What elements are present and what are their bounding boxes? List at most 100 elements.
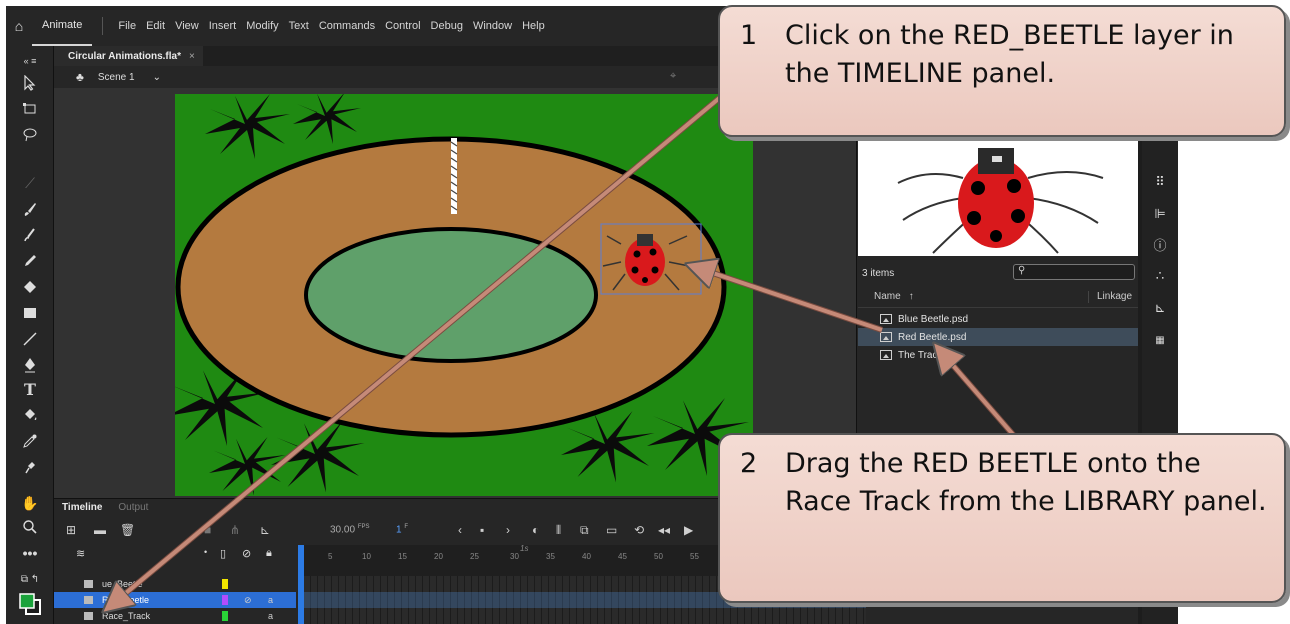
brush-tool-icon[interactable] [6, 196, 54, 222]
close-tab-icon[interactable]: × [189, 51, 195, 62]
bone-tool-icon[interactable]: ⟋ [6, 170, 54, 196]
insert-keyframe-icon[interactable]: ▪ [480, 523, 484, 537]
start-line [450, 138, 458, 214]
scene-name[interactable]: Scene 1 [98, 72, 135, 83]
library-search-input[interactable]: ⚲ [1013, 264, 1135, 280]
tick-label: 15 [398, 552, 407, 561]
motion-icon[interactable]: ∴ [1148, 264, 1172, 288]
onion-skin-icon[interactable]: ◐ [532, 523, 539, 537]
play-icon[interactable]: ▶ [684, 523, 693, 537]
paint-brush-icon[interactable] [6, 222, 54, 248]
menu-edit[interactable]: Edit [141, 20, 170, 32]
menu-separator [102, 17, 104, 35]
library-item-the-track[interactable]: The Track [858, 346, 1138, 364]
app-name[interactable]: Animate [32, 6, 93, 46]
layer-icon [84, 612, 93, 620]
menu-debug[interactable]: Debug [426, 20, 468, 32]
menu-help[interactable]: Help [517, 20, 550, 32]
lock-layer-icon[interactable]: a [268, 611, 273, 621]
selection-tool-icon[interactable] [6, 70, 54, 96]
menu-control[interactable]: Control [380, 20, 425, 32]
rectangle-tool-icon[interactable] [6, 300, 54, 326]
tick-label: 30 [510, 552, 519, 561]
layers-icon[interactable]: ≋ [76, 547, 85, 560]
current-frame-readout[interactable]: 1 F [396, 524, 408, 535]
scene-clapper-icon[interactable]: ♣ [76, 70, 84, 84]
tools-panel: « ≡ ⟋ T ✋ ••• ⧉ ↰ [6, 46, 54, 624]
graph-icon[interactable]: ⊾ [260, 523, 270, 537]
layer-red-beetle[interactable]: Red_Beetle ⊘ a [54, 592, 296, 608]
motion-editor-icon[interactable]: ⊾ [1148, 296, 1172, 320]
one-second-marker: 1s [520, 544, 529, 553]
highlight-dot-icon[interactable]: • [204, 547, 207, 557]
prev-keyframe-icon[interactable]: ‹ [458, 523, 462, 537]
new-layer-icon[interactable]: ⊞ [66, 523, 76, 537]
document-tab[interactable]: Circular Animations.fla* × [54, 46, 203, 66]
lock-icon[interactable]: 🔒︎ [266, 547, 272, 560]
tick-label: 25 [470, 552, 479, 561]
create-tween-icon[interactable]: ⧉ [580, 523, 589, 538]
fps-readout[interactable]: 30.00 FPS [330, 524, 369, 535]
outline-icon[interactable]: ▯ [220, 547, 226, 560]
loop-icon[interactable]: ⟲ [634, 523, 644, 537]
lasso-tool-icon[interactable] [6, 122, 54, 148]
insert-frame-icon[interactable]: ▭ [606, 523, 617, 537]
tab-output[interactable]: Output [110, 499, 156, 515]
hide-icon[interactable]: ⊘ [242, 547, 251, 560]
infield [304, 227, 598, 363]
next-keyframe-icon[interactable]: › [506, 523, 510, 537]
layer-color-chip[interactable] [222, 611, 228, 621]
line-tool-icon[interactable] [6, 326, 54, 352]
library-item-red-beetle[interactable]: Red Beetle.psd [858, 328, 1138, 346]
fill-stroke-swatch[interactable] [6, 588, 54, 620]
components-icon[interactable]: ▦ [1148, 328, 1172, 352]
tick-label: 10 [362, 552, 371, 561]
layer-blue-beetle[interactable]: ue_Beetle [54, 576, 296, 592]
home-icon[interactable]: ⌂ [6, 18, 32, 34]
paint-bucket-icon[interactable] [6, 402, 54, 428]
menu-insert[interactable]: Insert [204, 20, 242, 32]
camera-icon[interactable]: ■ [204, 523, 211, 537]
info-icon[interactable]: ⓘ [1148, 232, 1172, 256]
tick-label: 45 [618, 552, 627, 561]
chevron-down-icon[interactable]: ⌄ [153, 72, 161, 83]
sort-arrow-icon[interactable]: ↑ [909, 291, 914, 302]
layer-color-chip[interactable] [222, 595, 228, 605]
edit-multiple-frames-icon[interactable]: ⫴ [556, 523, 561, 538]
eyedropper-icon[interactable] [6, 428, 54, 454]
menu-view[interactable]: View [170, 20, 204, 32]
hide-layer-icon[interactable]: ⊘ [244, 595, 252, 606]
layer-color-chip[interactable] [222, 579, 228, 589]
layer-parenting-icon[interactable]: ⋔ [230, 523, 240, 537]
pencil-tool-icon[interactable] [6, 248, 54, 274]
menu-modify[interactable]: Modify [241, 20, 283, 32]
frame-row[interactable] [304, 608, 866, 624]
layer-race-track[interactable]: Race_Track a [54, 608, 296, 624]
new-folder-icon[interactable]: ▬ [94, 523, 106, 537]
menu-file[interactable]: File [113, 20, 141, 32]
align-left-icon[interactable]: ⊫ [1148, 202, 1172, 226]
menu-text[interactable]: Text [284, 20, 314, 32]
zoom-tool-icon[interactable] [6, 514, 54, 540]
menu-window[interactable]: Window [468, 20, 517, 32]
pin-tool-icon[interactable] [6, 454, 54, 480]
delete-layer-icon[interactable]: 🗑 [120, 523, 135, 537]
go-to-first-frame-icon[interactable]: ◂◂ [658, 523, 670, 537]
library-item-blue-beetle[interactable]: Blue Beetle.psd [858, 310, 1138, 328]
menu-commands[interactable]: Commands [314, 20, 380, 32]
text-tool-icon[interactable]: T [6, 376, 54, 402]
playhead[interactable] [298, 545, 304, 624]
align-grid-icon[interactable]: ⠿ [1148, 170, 1172, 194]
pen-tool-icon[interactable] [6, 352, 54, 378]
stage-canvas[interactable] [175, 94, 753, 496]
column-name[interactable]: Name [858, 291, 901, 302]
more-tools-icon[interactable]: ••• [6, 540, 54, 566]
center-stage-icon[interactable]: ⌖ [670, 70, 676, 83]
free-transform-icon[interactable] [6, 96, 54, 122]
hand-tool-icon[interactable]: ✋ [6, 490, 54, 516]
tab-timeline[interactable]: Timeline [54, 499, 110, 515]
layer-icon [84, 580, 93, 588]
eraser-tool-icon[interactable] [6, 274, 54, 300]
column-linkage[interactable]: Linkage [1088, 291, 1132, 303]
lock-layer-icon[interactable]: a [268, 595, 273, 605]
